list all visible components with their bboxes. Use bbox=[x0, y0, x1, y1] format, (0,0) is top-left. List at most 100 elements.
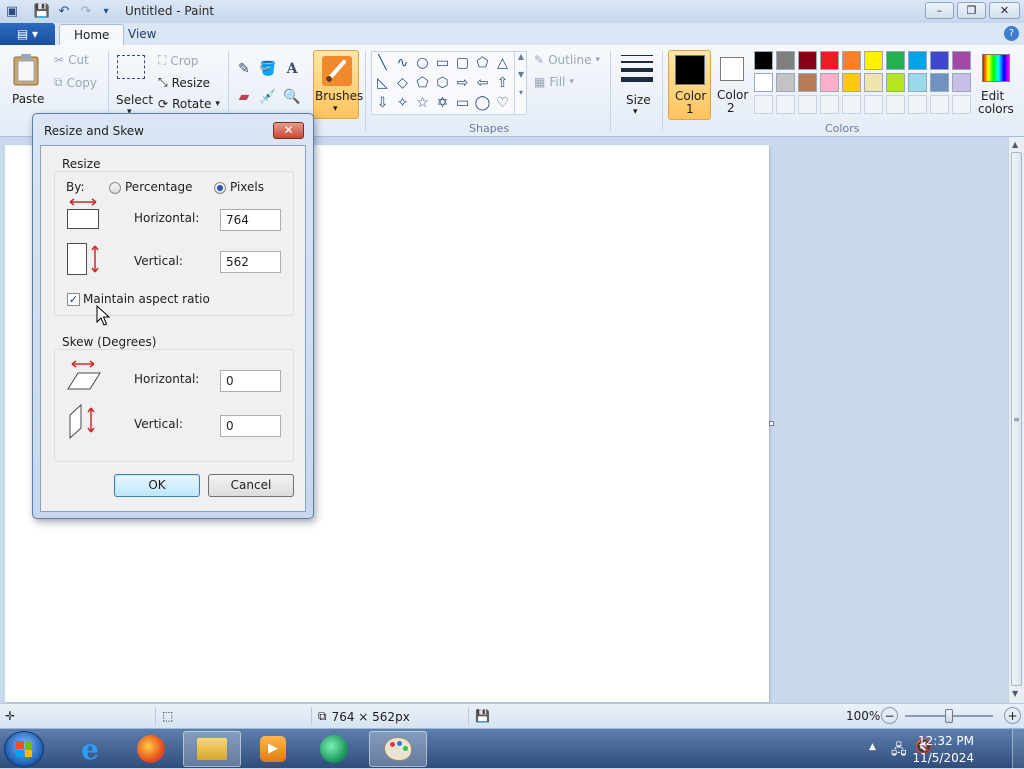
line-shape-icon[interactable]: ╲ bbox=[373, 53, 392, 72]
triangle-shape-icon[interactable]: △ bbox=[493, 53, 512, 72]
left-arrow-shape-icon[interactable]: ⇦ bbox=[473, 73, 492, 92]
color-swatch[interactable] bbox=[776, 51, 795, 70]
custom-color-slot[interactable] bbox=[754, 95, 773, 114]
pixels-radio[interactable] bbox=[214, 182, 226, 194]
five-point-star-shape-icon[interactable]: ☆ bbox=[413, 93, 432, 112]
canvas-resize-handle-right[interactable] bbox=[769, 421, 774, 426]
redo-icon[interactable]: ↷ bbox=[78, 3, 94, 19]
taskbar-paint[interactable] bbox=[369, 731, 427, 767]
custom-color-slot[interactable] bbox=[776, 95, 795, 114]
zoom-out-icon[interactable]: − bbox=[881, 707, 898, 724]
color-swatch[interactable] bbox=[776, 73, 795, 92]
color-swatch[interactable] bbox=[930, 51, 949, 70]
color-swatch[interactable] bbox=[798, 51, 817, 70]
paint-app-icon[interactable]: ▣ bbox=[4, 3, 20, 19]
color-swatch[interactable] bbox=[886, 51, 905, 70]
shapes-scroll[interactable]: ▲ ▼ ▾ bbox=[514, 52, 527, 114]
hexagon-shape-icon[interactable]: ⬡ bbox=[433, 73, 452, 92]
color-swatch[interactable] bbox=[820, 51, 839, 70]
color-swatch[interactable] bbox=[930, 73, 949, 92]
dialog-close-button[interactable]: ✕ bbox=[273, 122, 304, 139]
color-swatch[interactable] bbox=[886, 73, 905, 92]
color-swatch[interactable] bbox=[754, 73, 773, 92]
color-swatch[interactable] bbox=[908, 73, 927, 92]
scroll-thumb[interactable]: ≡ bbox=[1011, 152, 1022, 686]
scroll-up-icon[interactable]: ▲ bbox=[1012, 140, 1018, 149]
custom-color-slot[interactable] bbox=[908, 95, 927, 114]
percentage-radio[interactable] bbox=[109, 182, 121, 194]
skew-vertical-input[interactable] bbox=[220, 415, 281, 437]
diamond-shape-icon[interactable]: ◇ bbox=[393, 73, 412, 92]
ok-button[interactable]: OK bbox=[114, 474, 200, 497]
resize-button[interactable]: ⤡ Resize bbox=[158, 75, 210, 90]
taskbar-app-green[interactable] bbox=[305, 731, 363, 767]
right-triangle-shape-icon[interactable]: ◺ bbox=[373, 73, 392, 92]
color-picker-icon[interactable]: 💉 bbox=[258, 87, 278, 107]
color-swatch[interactable] bbox=[798, 73, 817, 92]
eraser-icon[interactable]: ▰ bbox=[234, 87, 254, 107]
callout-oval-shape-icon[interactable]: ◯ bbox=[473, 93, 492, 112]
custom-color-slot[interactable] bbox=[820, 95, 839, 114]
color2-button[interactable]: Color 2 bbox=[713, 50, 751, 120]
pencil-icon[interactable]: ✎ bbox=[234, 59, 254, 79]
custom-color-slot[interactable] bbox=[952, 95, 971, 114]
show-desktop-button[interactable] bbox=[1012, 729, 1024, 769]
color-swatch[interactable] bbox=[820, 73, 839, 92]
resize-horizontal-input[interactable] bbox=[220, 209, 281, 231]
four-point-star-shape-icon[interactable]: ✧ bbox=[393, 93, 412, 112]
fill-bucket-icon[interactable]: 🪣 bbox=[258, 59, 278, 79]
size-button[interactable]: Size ▾ bbox=[616, 51, 656, 119]
pentagon-shape-icon[interactable]: ⬠ bbox=[413, 73, 432, 92]
start-button[interactable] bbox=[4, 731, 44, 767]
custom-color-slot[interactable] bbox=[930, 95, 949, 114]
rectangle-shape-icon[interactable]: ▭ bbox=[433, 53, 452, 72]
skew-horizontal-input[interactable] bbox=[220, 370, 281, 392]
paste-button[interactable]: Paste bbox=[8, 51, 46, 119]
help-icon[interactable]: ? bbox=[1004, 26, 1019, 41]
custom-color-slot[interactable] bbox=[864, 95, 883, 114]
color-swatch[interactable] bbox=[842, 73, 861, 92]
outline-button[interactable]: ✎ Outline ▾ bbox=[534, 53, 600, 67]
customize-qat-icon[interactable]: ▾ bbox=[98, 3, 114, 19]
color-swatch[interactable] bbox=[864, 73, 883, 92]
zoom-in-icon[interactable]: + bbox=[1004, 707, 1021, 724]
down-arrow-shape-icon[interactable]: ⇩ bbox=[373, 93, 392, 112]
taskbar-firefox[interactable] bbox=[122, 731, 180, 767]
select-button[interactable]: Select ▾ bbox=[114, 51, 153, 119]
magnifier-icon[interactable]: 🔍 bbox=[282, 87, 302, 107]
color-swatch[interactable] bbox=[864, 51, 883, 70]
minimize-button[interactable]: – bbox=[925, 2, 954, 19]
heart-shape-icon[interactable]: ♡ bbox=[493, 93, 512, 112]
network-icon[interactable]: 🖧 bbox=[891, 739, 907, 763]
brushes-button[interactable]: Brushes ▾ bbox=[313, 50, 363, 119]
undo-icon[interactable]: ↶ bbox=[56, 3, 72, 19]
crop-button[interactable]: ⛶ Crop bbox=[158, 53, 198, 68]
rotate-button[interactable]: ⟳ Rotate ▾ bbox=[158, 97, 220, 111]
rounded-rectangle-shape-icon[interactable]: ▢ bbox=[453, 53, 472, 72]
maintain-aspect-ratio-checkbox[interactable]: ✓ bbox=[67, 293, 80, 306]
color1-button[interactable]: Color 1 bbox=[668, 50, 711, 120]
close-window-button[interactable]: ✕ bbox=[989, 2, 1020, 19]
custom-color-slot[interactable] bbox=[798, 95, 817, 114]
scroll-down-icon[interactable]: ▼ bbox=[1012, 689, 1018, 698]
color-swatch[interactable] bbox=[908, 51, 927, 70]
custom-color-slot[interactable] bbox=[842, 95, 861, 114]
color-swatch[interactable] bbox=[952, 73, 971, 92]
taskbar-file-explorer[interactable] bbox=[183, 731, 241, 767]
tab-view[interactable]: View bbox=[114, 24, 170, 45]
fill-button[interactable]: ▦ Fill ▾ bbox=[534, 75, 574, 89]
resize-vertical-input[interactable] bbox=[220, 251, 281, 273]
maximize-button[interactable]: ❐ bbox=[957, 2, 986, 19]
vertical-scrollbar[interactable]: ▲ ≡ ▼ bbox=[1008, 137, 1024, 703]
show-hidden-icons[interactable]: ▲ bbox=[869, 742, 876, 752]
oval-shape-icon[interactable]: ○ bbox=[413, 53, 432, 72]
callout-rect-shape-icon[interactable]: ▭ bbox=[453, 93, 472, 112]
right-arrow-shape-icon[interactable]: ⇨ bbox=[453, 73, 472, 92]
color-swatch[interactable] bbox=[952, 51, 971, 70]
taskbar-internet-explorer[interactable]: e bbox=[61, 731, 119, 767]
clock-time[interactable]: 12:32 PM bbox=[918, 734, 974, 748]
up-arrow-shape-icon[interactable]: ⇧ bbox=[493, 73, 512, 92]
cancel-button[interactable]: Cancel bbox=[208, 474, 294, 497]
color-swatch[interactable] bbox=[754, 51, 773, 70]
taskbar-media-player[interactable]: ▶ bbox=[244, 731, 302, 767]
